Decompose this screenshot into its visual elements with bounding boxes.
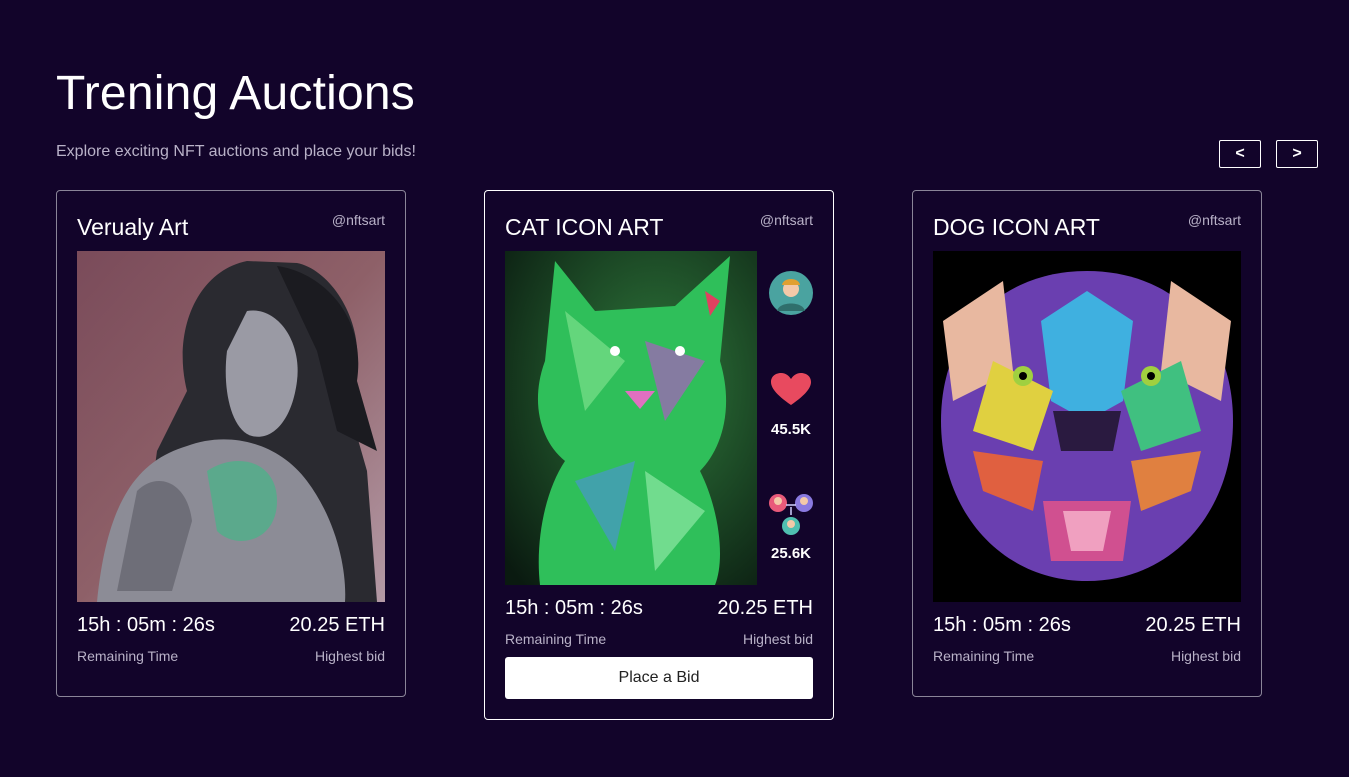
- card-title: Verualy Art: [77, 214, 189, 240]
- remaining-time-label: Remaining Time: [77, 648, 179, 664]
- highest-bid-label: Highest bid: [742, 631, 813, 647]
- card-title: DOG ICON ART: [933, 214, 1100, 240]
- card-handle[interactable]: @nftsart: [760, 212, 813, 228]
- remaining-time-label: Remaining Time: [505, 631, 607, 647]
- likes-count: 45.5K: [770, 421, 812, 438]
- next-button[interactable]: >: [1276, 140, 1318, 168]
- artwork-pop-dog[interactable]: [933, 251, 1241, 602]
- remaining-time-value: 15h : 05m : 26s: [933, 614, 1071, 636]
- page-title: Trening Auctions: [56, 67, 415, 120]
- highest-bid-value: 20.25 ETH: [289, 614, 385, 636]
- highest-bid-value: 20.25 ETH: [717, 597, 813, 619]
- artwork-warrior[interactable]: [77, 251, 385, 602]
- card-handle[interactable]: @nftsart: [1188, 212, 1241, 228]
- remaining-time-value: 15h : 05m : 26s: [77, 614, 215, 636]
- remaining-time-value: 15h : 05m : 26s: [505, 597, 643, 619]
- auction-card-cat[interactable]: CAT ICON ART @nftsart 45.5K 25.6K 15h: …: [484, 190, 834, 720]
- highest-bid-label: Highest bid: [314, 648, 385, 664]
- highest-bid-label: Highest bid: [1170, 648, 1241, 664]
- owners-group[interactable]: 25.6K: [768, 493, 814, 562]
- owners-count: 25.6K: [770, 545, 812, 562]
- heart-icon: [771, 373, 811, 405]
- card-title: CAT ICON ART: [505, 214, 664, 240]
- page-subtitle: Explore exciting NFT auctions and place …: [56, 143, 416, 160]
- auction-card-dog[interactable]: DOG ICON ART @nftsart 15h : 05m : 26s 20…: [912, 190, 1262, 697]
- artwork-crystal-cat[interactable]: [505, 251, 757, 585]
- owners-icon: [769, 494, 813, 535]
- highest-bid-value: 20.25 ETH: [1145, 614, 1241, 636]
- remaining-time-label: Remaining Time: [933, 648, 1035, 664]
- auction-card-verualy[interactable]: Verualy Art @nftsart 15h : 05m : 26s 20.…: [56, 190, 406, 697]
- likes-group[interactable]: 45.5K: [768, 373, 814, 438]
- prev-button[interactable]: <: [1219, 140, 1261, 168]
- card-handle[interactable]: @nftsart: [332, 212, 385, 228]
- place-bid-button[interactable]: Place a Bid: [505, 657, 813, 699]
- creator-avatar[interactable]: [768, 271, 814, 319]
